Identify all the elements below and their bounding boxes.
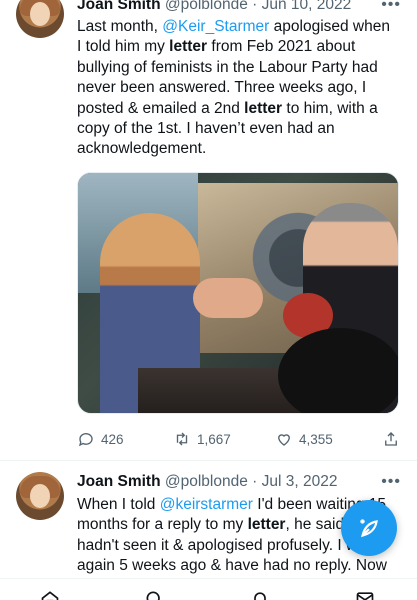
tweet-date[interactable]: Jul 3, 2022 <box>262 473 338 490</box>
like-button[interactable]: 4,355 <box>275 430 333 448</box>
mention-link[interactable]: @Keir_Starmer <box>162 18 269 35</box>
highlighted-term: letter <box>244 99 283 117</box>
reply-button[interactable]: 426 <box>77 430 124 448</box>
tweet-header: Joan Smith @polblonde · Jul 3, 2022 <box>77 473 337 491</box>
author-name[interactable]: Joan Smith <box>77 0 161 13</box>
nav-messages[interactable] <box>355 589 375 600</box>
tweet-photo[interactable] <box>77 172 399 414</box>
retweet-count: 1,667 <box>197 431 231 447</box>
compose-tweet-icon <box>360 519 378 538</box>
retweet-button[interactable]: 1,667 <box>173 430 231 448</box>
reply-icon <box>78 433 93 447</box>
messages-icon <box>356 592 374 600</box>
share-button[interactable] <box>382 430 400 448</box>
highlighted-term: letter <box>169 38 208 56</box>
share-icon <box>385 432 397 446</box>
more-icon[interactable]: ••• <box>381 0 401 14</box>
tweet[interactable]: Joan Smith @polblonde · Jul 3, 2022 ••• … <box>0 460 417 574</box>
separator-dot: · <box>252 0 258 13</box>
author-name[interactable]: Joan Smith <box>77 473 161 490</box>
notifications-icon <box>254 592 266 600</box>
search-icon <box>146 591 160 600</box>
tweet-date[interactable]: Jun 10, 2022 <box>262 0 352 13</box>
author-handle[interactable]: @polblonde <box>165 0 248 13</box>
tweet-text-part: Last month, <box>77 18 163 35</box>
tweet-text-part: When I told <box>77 496 160 513</box>
tweet-actions: 426 1,667 4,355 <box>77 430 399 450</box>
reply-count: 426 <box>101 431 124 447</box>
like-count: 4,355 <box>299 431 333 447</box>
tweet-text: Last month, @Keir_Starmer apologised whe… <box>77 17 397 160</box>
nav-notifications[interactable] <box>250 589 270 600</box>
separator-dot: · <box>252 473 258 490</box>
avatar[interactable] <box>16 0 64 38</box>
mention-link[interactable]: @keirstarmer <box>160 496 253 513</box>
nav-home[interactable] <box>40 589 60 600</box>
more-icon[interactable]: ••• <box>381 473 401 491</box>
avatar[interactable] <box>16 472 64 520</box>
nav-search[interactable] <box>144 589 164 600</box>
highlighted-term: letter <box>247 516 286 534</box>
retweet-icon <box>176 432 188 446</box>
compose-tweet-button[interactable] <box>341 500 397 556</box>
bottom-nav <box>0 578 417 600</box>
heart-icon <box>278 434 290 446</box>
home-icon <box>41 591 59 600</box>
author-handle[interactable]: @polblonde <box>165 473 248 490</box>
tweet-header: Joan Smith @polblonde · Jun 10, 2022 <box>77 0 351 14</box>
